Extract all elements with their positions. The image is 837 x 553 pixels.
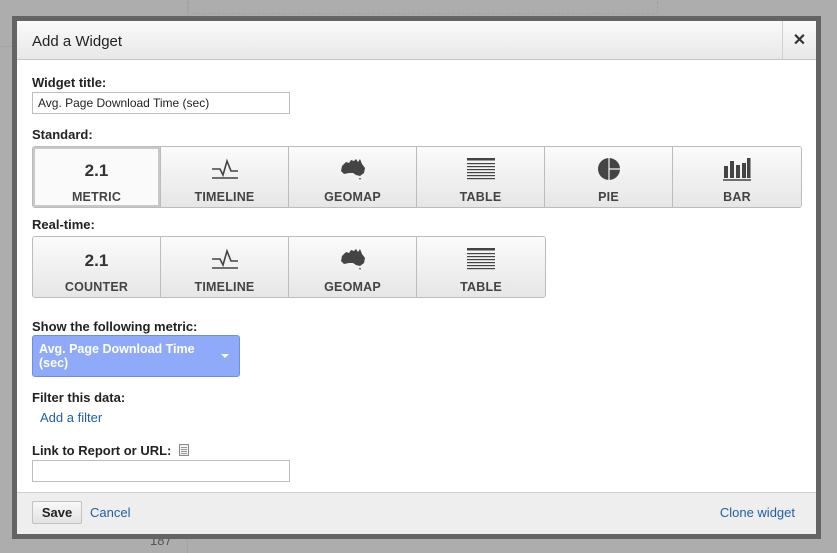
standard-timeline-button[interactable]: TIMELINE	[161, 147, 289, 207]
standard-bar-label: BAR	[723, 190, 751, 204]
realtime-table-button[interactable]: TABLE	[417, 237, 545, 297]
save-button[interactable]: Save	[32, 501, 82, 524]
standard-table-label: TABLE	[459, 190, 502, 204]
chevron-down-icon	[221, 354, 229, 358]
realtime-timeline-button[interactable]: TIMELINE	[161, 237, 289, 297]
dialog-footer: Save Cancel Clone widget	[17, 492, 816, 534]
realtime-timeline-label: TIMELINE	[194, 280, 255, 294]
realtime-table-label: TABLE	[460, 280, 502, 294]
dialog-titlebar: Add a Widget ✕	[17, 21, 816, 60]
timeline-icon	[210, 156, 240, 182]
realtime-geomap-label: GEOMAP	[324, 280, 381, 294]
realtime-visualization-group: 2.1 COUNTER TIMELINE GEOMAP TABLE	[32, 236, 546, 298]
realtime-geomap-button[interactable]: GEOMAP	[289, 237, 417, 297]
clone-widget-link[interactable]: Clone widget	[720, 505, 795, 520]
metric-dropdown[interactable]: Avg. Page Download Time (sec)	[32, 335, 240, 377]
dialog-title: Add a Widget	[32, 33, 123, 50]
table-icon	[467, 246, 495, 272]
metric-number-icon-text: 2.1	[84, 160, 109, 180]
bar-chart-icon	[723, 156, 751, 182]
add-filter-link[interactable]: Add a filter	[40, 410, 102, 425]
table-icon	[466, 156, 495, 182]
metric-label: Show the following metric:	[32, 319, 198, 334]
pie-chart-icon	[597, 156, 621, 182]
close-icon: ✕	[792, 32, 807, 49]
australia-map-icon	[339, 246, 367, 272]
standard-geomap-button[interactable]: GEOMAP	[289, 147, 417, 207]
cancel-link[interactable]: Cancel	[90, 505, 130, 520]
standard-bar-button[interactable]: BAR	[673, 147, 801, 207]
link-report-label: Link to Report or URL:	[32, 443, 172, 458]
standard-table-button[interactable]: TABLE	[417, 147, 545, 207]
standard-metric-button[interactable]: 2.1 METRIC	[33, 147, 161, 207]
realtime-counter-button[interactable]: 2.1 COUNTER	[33, 237, 161, 297]
australia-map-icon	[339, 156, 367, 182]
filter-label: Filter this data:	[32, 390, 126, 405]
close-button[interactable]: ✕	[782, 21, 816, 59]
background-panel	[188, 0, 658, 14]
widget-title-input[interactable]	[32, 92, 290, 114]
standard-pie-label: PIE	[598, 190, 619, 204]
metric-number-icon: 2.1	[85, 156, 109, 182]
realtime-counter-label: COUNTER	[64, 280, 129, 294]
standard-metric-label: METRIC	[71, 190, 122, 204]
widget-title-label: Widget title:	[32, 75, 107, 90]
add-widget-dialog: Add a Widget ✕ Widget title: Standard: 2…	[12, 16, 821, 539]
standard-timeline-label: TIMELINE	[194, 190, 255, 204]
metric-dropdown-value: Avg. Page Download Time (sec)	[39, 342, 195, 370]
standard-pie-button[interactable]: PIE	[545, 147, 673, 207]
timeline-icon	[210, 246, 240, 272]
metric-number-icon: 2.1	[85, 246, 109, 272]
standard-label: Standard:	[32, 127, 93, 142]
standard-visualization-group: 2.1 METRIC TIMELINE GEOMAP TABLE PIE BAR	[32, 146, 802, 208]
metric-number-icon-text: 2.1	[84, 250, 109, 270]
realtime-label: Real-time:	[32, 217, 95, 232]
standard-geomap-label: GEOMAP	[324, 190, 381, 204]
background-divider	[0, 46, 12, 47]
link-report-input[interactable]	[32, 460, 290, 482]
report-picker-icon[interactable]	[179, 444, 189, 456]
